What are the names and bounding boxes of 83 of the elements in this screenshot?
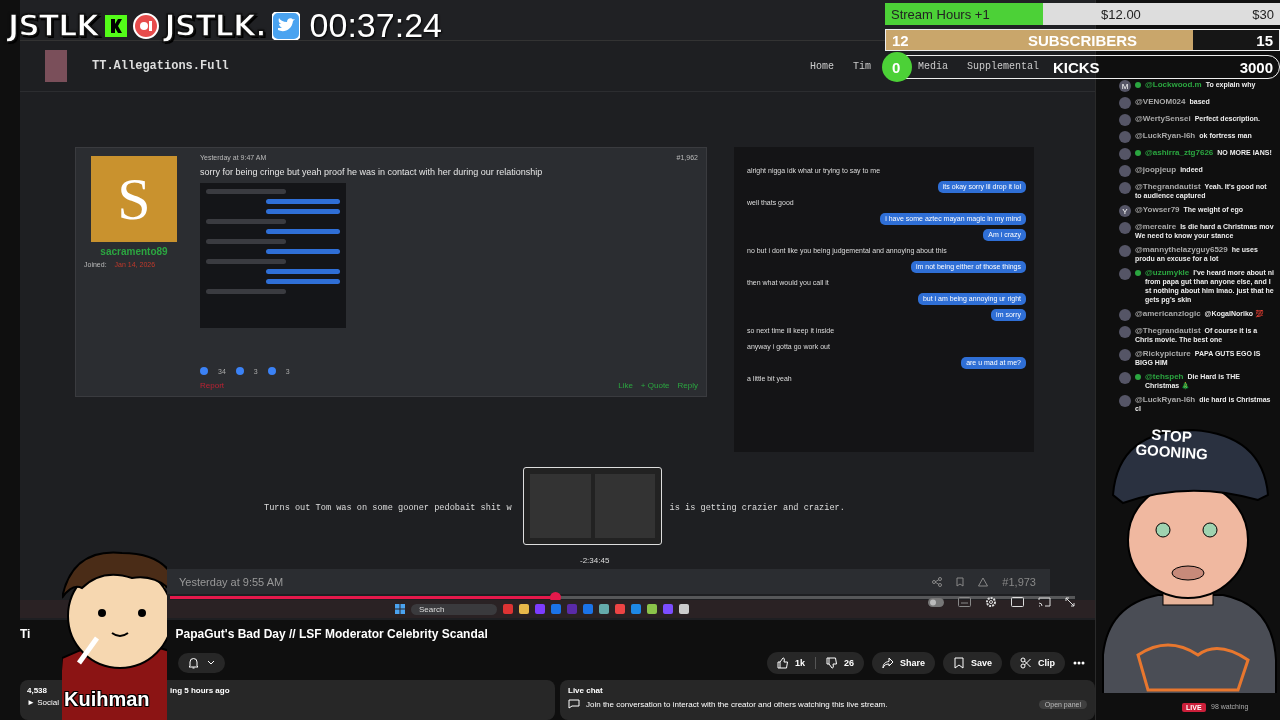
more-icon[interactable] [1073,660,1085,665]
nav-link[interactable]: Supplemental [967,60,1039,72]
site-title: TT.Allegations.Full [92,59,230,73]
user-avatar [1119,131,1131,143]
nav-link[interactable]: Media [917,60,948,72]
username[interactable]: sacramento89 [100,246,168,257]
user-avatar: Y [1119,205,1131,217]
goal-label: Stream Hours +1 [891,6,990,22]
notification-button[interactable] [178,652,225,673]
caption-text: is is getting crazier and crazier. [669,503,845,513]
view-count: 4,538 [27,686,48,695]
settings-icon[interactable] [985,596,997,608]
user-avatar: M [1119,80,1131,92]
bookmark-icon [952,656,965,669]
goal-label: SUBSCRIBERS [1027,31,1138,49]
goal-amount: $12.00 [1101,6,1141,22]
user-avatar [1119,372,1131,384]
user-avatar [1119,268,1131,280]
taskbar-search[interactable]: Search [411,603,497,615]
brand-logo-text: JSTLK [8,8,99,43]
user-avatar [1119,245,1131,257]
post-action[interactable]: Reply [677,381,698,390]
video-title: PapaGut's Bad Day // LSF Moderator Celebrity Scandal [175,627,488,643]
chat-icon [568,699,580,709]
warning-icon[interactable] [978,576,989,587]
post-number[interactable]: #1,973 [1002,575,1036,588]
user-avatar [1119,148,1131,160]
user-avatar [1119,395,1131,407]
thumbs-down-icon [825,656,838,669]
dislike-button[interactable]: 26 [815,651,864,674]
user-avatar [1119,182,1131,194]
reaction-icon [235,367,244,375]
cast-icon[interactable] [1038,597,1051,607]
save-button[interactable]: Save [942,651,1002,674]
nav-link[interactable]: Home [809,60,834,72]
bookmark-icon[interactable] [956,576,965,587]
live-chat-title: Live chat [568,686,604,695]
brand-logo-text: JSTLK. [164,8,266,43]
chevron-down-icon [207,660,215,665]
caption-text: Turns out Tom was on some gooner pedobait shit w [264,503,512,513]
user-avatar [1119,97,1131,109]
post-time: Yesterday at 9:55 AM [179,575,285,588]
theater-icon[interactable] [1011,597,1024,607]
goal-target: $30 [1252,6,1274,22]
site-logo [45,50,67,82]
stream-time: ing 5 hours ago [170,686,230,695]
scissors-icon [1020,656,1032,669]
user-avatar: S [91,156,177,242]
user-avatar [1119,114,1131,126]
post-action[interactable]: Like [618,381,633,390]
share-button[interactable]: Share [871,651,935,674]
description-link[interactable]: ► Social [27,698,59,707]
video-title: Ti [20,627,31,643]
user-avatar [1119,326,1131,338]
reaction-icon [200,367,208,375]
windows-icon[interactable] [395,604,405,614]
toggle-icon[interactable] [928,597,944,607]
goal-current: 0 [892,58,901,76]
share-icon[interactable] [932,576,943,587]
goal-target: 3000 [1239,58,1273,76]
bell-icon [188,656,199,669]
reaction-icon [267,367,276,375]
share-icon [881,656,894,669]
thumbs-up-icon [776,656,789,669]
post-action[interactable]: + Quote [640,381,670,390]
goal-label: KICKS [1052,58,1100,76]
user-avatar [1119,165,1131,177]
live-chat-message: Join the conversation to interact with the creator and others watching this live stream. [586,699,888,709]
user-avatar [1119,309,1131,321]
fullscreen-icon[interactable] [1065,597,1075,607]
clip-button[interactable]: Clip [1010,651,1065,674]
character-name: Kuihman [64,688,150,711]
captions-icon[interactable] [958,597,971,607]
goal-target: 15 [1256,31,1273,49]
user-avatar [1119,349,1131,361]
stream-timer: 00:37:24 [309,6,442,45]
preview-time: -2:34:45 [580,556,610,565]
nav-link[interactable]: Tim [852,60,871,72]
user-avatar [1119,222,1131,234]
hat-text: STOP GOONING [1134,425,1208,463]
post-text: sorry for being cringe but yeah proof he was in contact with her during our relationship [200,167,544,177]
like-button[interactable]: 1k [766,651,815,674]
goal-current: 12 [892,31,909,49]
